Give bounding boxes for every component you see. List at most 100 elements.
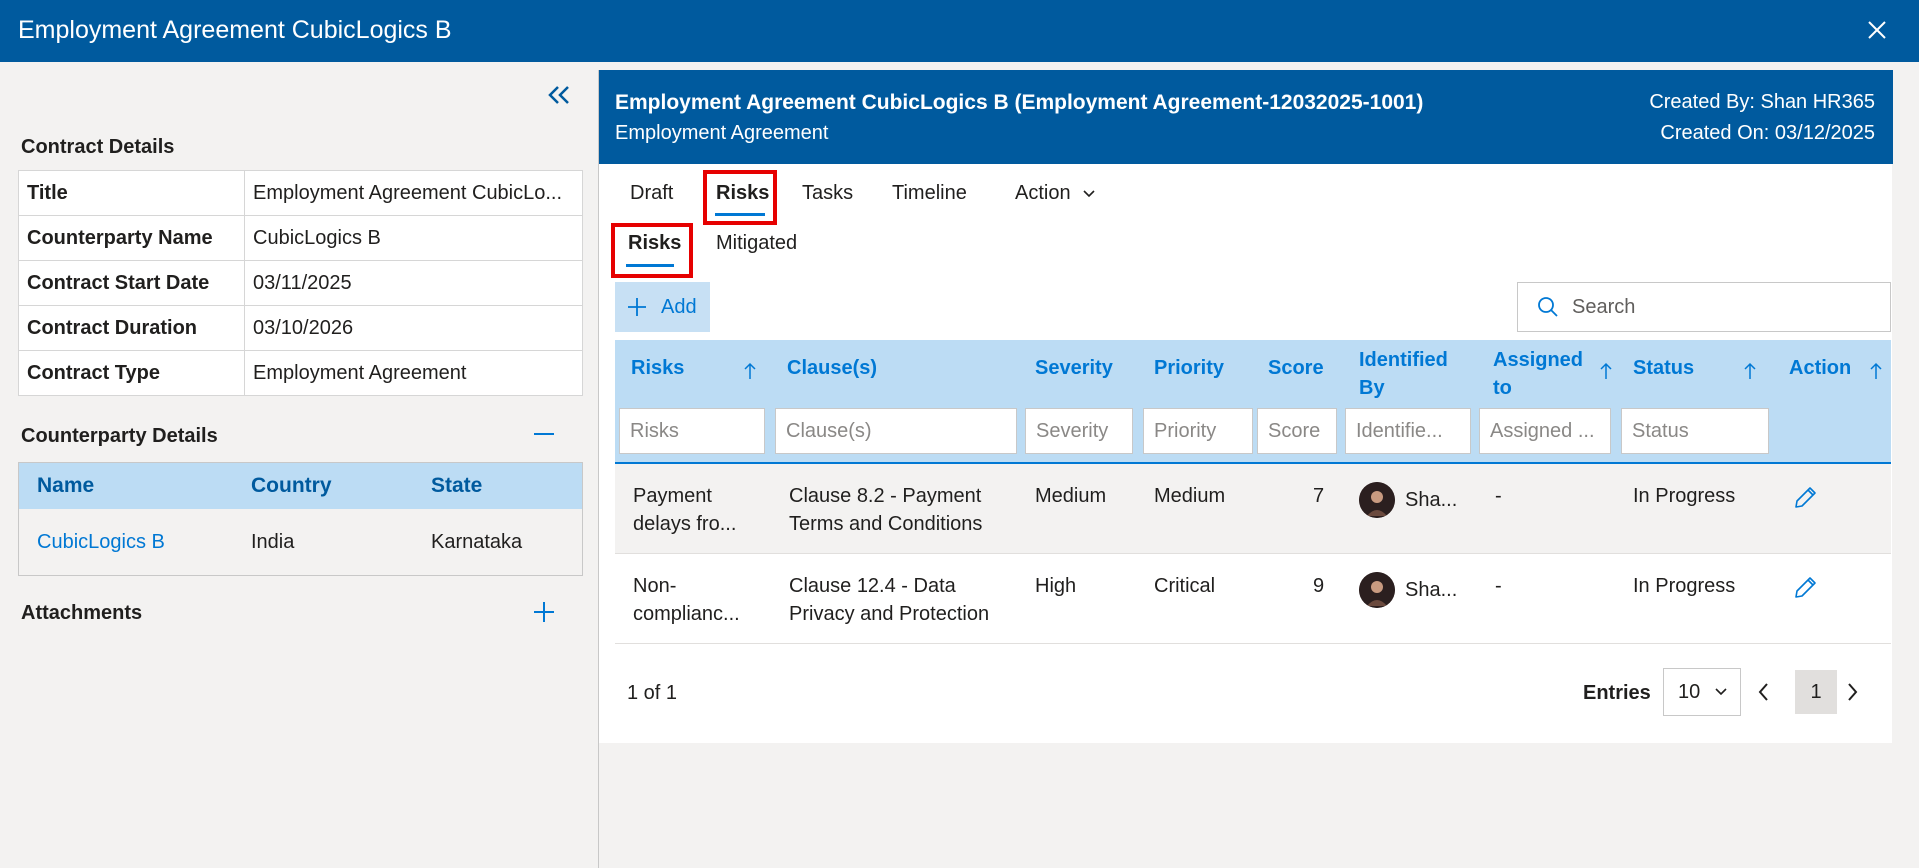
counterparty-table: Name Country State CubicLogics B India K…: [18, 462, 583, 576]
chevron-right-icon[interactable]: [1837, 676, 1867, 708]
details-row-counterparty: Counterparty Name CubicLogics B: [18, 215, 583, 261]
highlight-box: [611, 223, 693, 278]
cell-identified-by: Sha...: [1405, 579, 1458, 601]
tab-tasks[interactable]: Tasks: [802, 182, 853, 205]
header-risks[interactable]: Risks: [631, 354, 684, 382]
details-value: 03/10/2026: [244, 305, 583, 351]
header-assigned-to[interactable]: Assigned to: [1493, 346, 1583, 402]
minus-icon[interactable]: [528, 418, 560, 450]
tab-action-label: Action: [1015, 182, 1071, 204]
details-key: Contract Duration: [18, 305, 245, 351]
cell-clause: Clause 8.2 - Payment Terms and Condition…: [789, 482, 982, 538]
filter-clauses[interactable]: [775, 408, 1017, 454]
sort-up-icon[interactable]: [1743, 362, 1757, 380]
close-icon[interactable]: [1861, 14, 1893, 46]
header-identified-by-line1: Identified: [1359, 349, 1448, 371]
cell-risk: Non- complianc...: [633, 572, 740, 628]
counterparty-table-header: Name Country State: [19, 463, 582, 509]
left-panel: Contract Details Title Employment Agreem…: [0, 62, 598, 868]
filter-severity[interactable]: [1025, 408, 1133, 454]
tab-action[interactable]: Action: [1015, 182, 1096, 205]
subtab-mitigated[interactable]: Mitigated: [716, 232, 797, 255]
search-input[interactable]: [1572, 295, 1872, 319]
header-assigned-to-line2: to: [1493, 377, 1512, 399]
header-country: Country: [251, 474, 332, 497]
sort-up-icon[interactable]: [743, 362, 757, 380]
cell-clause-line2: Privacy and Protection: [789, 603, 990, 625]
contract-details-title: Contract Details: [21, 136, 175, 158]
cell-severity: Medium: [1035, 485, 1107, 507]
details-row-duration: Contract Duration 03/10/2026: [18, 305, 583, 351]
filter-identified-by[interactable]: [1345, 408, 1471, 454]
entries-select[interactable]: 10: [1663, 668, 1741, 716]
cell-clause: Clause 12.4 - Data Privacy and Protectio…: [789, 572, 989, 628]
header-score[interactable]: Score: [1268, 354, 1324, 382]
cell-identified-by: Sha...: [1405, 489, 1458, 511]
contract-details-table: Title Employment Agreement CubicLo... Co…: [18, 170, 583, 396]
filter-risks[interactable]: [619, 408, 765, 454]
page-number[interactable]: 1: [1795, 670, 1837, 714]
chevron-left-icon[interactable]: [1749, 676, 1779, 708]
created-by: Created By: Shan HR365: [1649, 91, 1875, 113]
pager-count: 1 of 1: [627, 682, 678, 704]
counterparty-details-title: Counterparty Details: [21, 425, 218, 447]
cell-risk-line2: delays fro...: [633, 513, 737, 535]
table-row: CubicLogics B India Karnataka: [19, 509, 582, 575]
table-row[interactable]: Payment delays fro... Clause 8.2 - Payme…: [615, 464, 1891, 554]
tab-timeline[interactable]: Timeline: [892, 182, 967, 205]
header-assigned-to-line1: Assigned: [1493, 349, 1584, 371]
filter-priority[interactable]: [1143, 408, 1253, 454]
entries-value: 10: [1678, 680, 1701, 703]
details-value: 03/11/2025: [244, 260, 583, 306]
cell-assigned-to: -: [1495, 485, 1502, 507]
edit-icon[interactable]: [1791, 484, 1819, 512]
window-title-bar: Employment Agreement CubicLogics B: [0, 0, 1919, 62]
tab-draft[interactable]: Draft: [630, 182, 673, 205]
add-attachment-icon[interactable]: [528, 596, 560, 628]
details-value: Employment Agreement CubicLo...: [244, 170, 583, 216]
details-key: Title: [18, 170, 245, 216]
header-action[interactable]: Action: [1789, 354, 1851, 382]
filter-assigned-to[interactable]: [1479, 408, 1611, 454]
counterparty-name-link[interactable]: CubicLogics B: [19, 531, 251, 554]
details-value: CubicLogics B: [244, 215, 583, 261]
header-identified-by-line2: By: [1359, 377, 1385, 399]
collapse-panel-icon[interactable]: [542, 80, 576, 110]
avatar: [1359, 572, 1395, 608]
details-row-type: Contract Type Employment Agreement: [18, 350, 583, 396]
highlight-box: [703, 170, 777, 225]
edit-icon[interactable]: [1791, 574, 1819, 602]
table-row[interactable]: Non- complianc... Clause 12.4 - Data Pri…: [615, 554, 1891, 644]
cell-risk-line1: Payment: [633, 485, 712, 507]
cell-priority: Critical: [1154, 575, 1216, 597]
details-key: Contract Type: [18, 350, 245, 396]
counterparty-country: India: [251, 530, 295, 553]
sort-up-icon[interactable]: [1869, 362, 1883, 380]
header-state: State: [431, 474, 483, 497]
cell-clause-line1: Clause 8.2 - Payment: [789, 485, 982, 507]
details-row-title: Title Employment Agreement CubicLo...: [18, 170, 583, 216]
search-box[interactable]: [1517, 282, 1891, 332]
header-status[interactable]: Status: [1633, 354, 1694, 382]
header-identified-by[interactable]: Identified By: [1359, 346, 1448, 402]
window-title: Employment Agreement CubicLogics B: [18, 16, 452, 44]
attachments-title: Attachments: [21, 602, 143, 624]
plus-icon: [628, 298, 646, 316]
header-clauses[interactable]: Clause(s): [787, 354, 877, 382]
cell-status: In Progress: [1633, 575, 1736, 597]
risk-grid-header: Risks Clause(s) Severity Priority Score …: [615, 340, 1891, 464]
sort-up-icon[interactable]: [1599, 362, 1613, 380]
header-priority[interactable]: Priority: [1154, 354, 1224, 382]
header-severity[interactable]: Severity: [1035, 354, 1113, 382]
avatar: [1359, 482, 1395, 518]
details-key: Counterparty Name: [18, 215, 245, 261]
chevron-down-icon: [1715, 688, 1727, 696]
filter-status[interactable]: [1621, 408, 1769, 454]
contract-header: Employment Agreement CubicLogics B (Empl…: [599, 70, 1893, 164]
cell-priority: Medium: [1154, 485, 1226, 507]
filter-score[interactable]: [1257, 408, 1337, 454]
add-risk-button[interactable]: Add: [615, 282, 710, 332]
risk-panel-footer-area: [598, 743, 1892, 868]
search-icon: [1538, 297, 1558, 317]
add-label: Add: [661, 295, 697, 318]
